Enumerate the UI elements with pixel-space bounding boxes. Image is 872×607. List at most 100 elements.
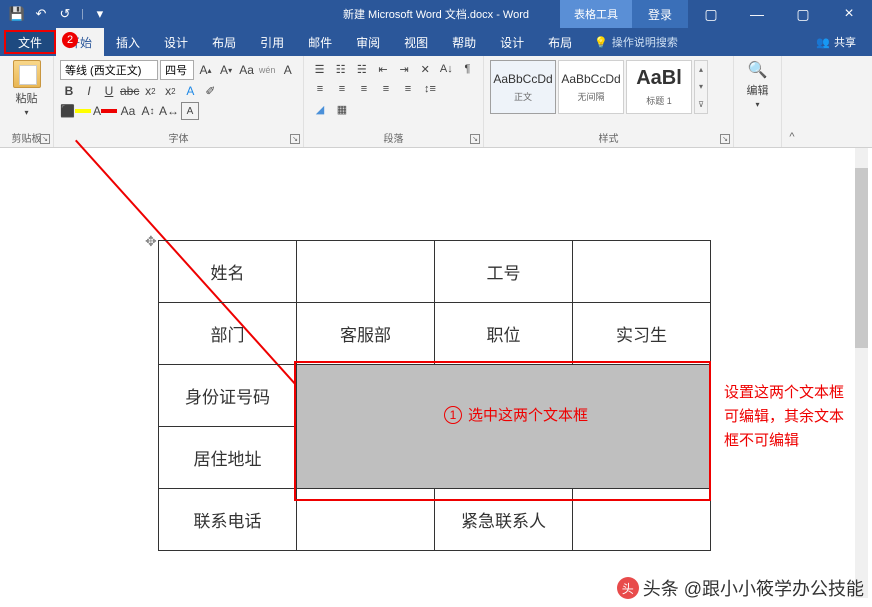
enclosed-char-icon[interactable]: A [181, 102, 199, 120]
customize-icon[interactable]: ▾ [89, 3, 111, 25]
clear-format-icon[interactable]: ✐ [201, 82, 219, 100]
style-heading1[interactable]: AaBl 标题 1 [626, 60, 692, 114]
tab-references[interactable]: 引用 [248, 28, 296, 56]
group-editing: 🔍 编辑 ▾ [734, 56, 782, 147]
style-nospacing[interactable]: AaBbCcDd 无间隔 [558, 60, 624, 114]
vertical-scrollbar[interactable] [855, 148, 868, 598]
shrink-font-icon[interactable]: A▾ [217, 60, 236, 80]
tab-layout[interactable]: 布局 [200, 28, 248, 56]
subscript-icon[interactable]: x2 [141, 82, 159, 100]
align-center-icon[interactable]: ≡ [332, 80, 352, 98]
share-button[interactable]: 👥 共享 [800, 34, 872, 50]
bullets-icon[interactable]: ☰ [310, 60, 329, 78]
decrease-indent-icon[interactable]: ⇤ [373, 60, 392, 78]
cell-position-label[interactable]: 职位 [435, 303, 573, 365]
cell-position-value[interactable]: 实习生 [573, 303, 711, 365]
show-marks-icon[interactable]: ¶ [458, 60, 477, 78]
cell-name-value[interactable] [297, 241, 435, 303]
distributed-icon[interactable]: ≡ [398, 80, 418, 98]
scrollbar-thumb[interactable] [855, 168, 868, 348]
scroll-down-icon[interactable]: ▾ [695, 78, 707, 95]
collapse-ribbon-icon[interactable]: ^ [782, 56, 802, 147]
line-spacing-icon[interactable]: ↕≡ [420, 80, 440, 98]
scroll-up-icon[interactable]: ▴ [695, 61, 707, 78]
align-left-icon[interactable]: ≡ [310, 80, 330, 98]
expand-gallery-icon[interactable]: ⊽ [695, 96, 707, 113]
paragraph-launcher-icon[interactable]: ↘ [470, 134, 480, 144]
cell-dept-value[interactable]: 客服部 [297, 303, 435, 365]
cell-name-label[interactable]: 姓名 [159, 241, 297, 303]
font-color-icon[interactable]: A [93, 102, 117, 120]
minimize-icon[interactable]: — [734, 0, 780, 28]
font-name-select[interactable]: 等线 (西文正文) [60, 60, 158, 80]
tab-insert[interactable]: 插入 [104, 28, 152, 56]
maximize-icon[interactable]: ▢ [780, 0, 826, 28]
highlight-icon[interactable]: ⬛ [60, 102, 91, 120]
shading-icon[interactable]: ◢ [310, 100, 330, 118]
tab-table-layout[interactable]: 布局 [536, 28, 584, 56]
paste-button[interactable]: 粘贴 ▾ [6, 60, 47, 117]
numbering-icon[interactable]: ☷ [331, 60, 350, 78]
paste-icon [13, 60, 41, 88]
enclose-chars-icon[interactable]: A↕ [139, 102, 157, 120]
sort-icon[interactable]: A↓ [437, 60, 456, 78]
multilevel-icon[interactable]: ☵ [352, 60, 371, 78]
cell-id-label[interactable]: 身份证号码 [159, 365, 297, 427]
table-anchor-icon[interactable]: ✥ [145, 233, 157, 250]
char-shading-icon[interactable]: Aa [119, 102, 137, 120]
style-normal[interactable]: AaBbCcDd 正文 [490, 60, 556, 114]
font-launcher-icon[interactable]: ↘ [290, 134, 300, 144]
increase-indent-icon[interactable]: ⇥ [395, 60, 414, 78]
tab-table-design[interactable]: 设计 [488, 28, 536, 56]
tab-design[interactable]: 设计 [152, 28, 200, 56]
tab-review[interactable]: 审阅 [344, 28, 392, 56]
undo-icon[interactable]: ↶ [30, 3, 52, 25]
ribbon-tabs: 文件 开始 插入 设计 布局 引用 邮件 审阅 视图 帮助 设计 布局 💡 操作… [0, 28, 872, 56]
close-icon[interactable]: × [826, 0, 872, 28]
tab-view[interactable]: 视图 [392, 28, 440, 56]
style-name: 正文 [514, 90, 532, 103]
styles-gallery-more[interactable]: ▴ ▾ ⊽ [694, 60, 708, 114]
bold-icon[interactable]: B [60, 82, 78, 100]
italic-icon[interactable]: I [80, 82, 98, 100]
share-label: 共享 [834, 34, 856, 50]
group-clipboard: 粘贴 ▾ 剪贴板 ↘ [0, 56, 54, 147]
contextual-tab-label: 表格工具 [560, 0, 632, 28]
title-bar: 💾 ↶ ↺ | ▾ 新建 Microsoft Word 文档.docx - Wo… [0, 0, 872, 28]
clipboard-launcher-icon[interactable]: ↘ [40, 134, 50, 144]
cell-phone-label[interactable]: 联系电话 [159, 489, 297, 551]
underline-icon[interactable]: U [100, 82, 118, 100]
font-size-select[interactable]: 四号 [160, 60, 194, 80]
styles-launcher-icon[interactable]: ↘ [720, 134, 730, 144]
borders-icon[interactable]: ▦ [332, 100, 352, 118]
login-button[interactable]: 登录 [632, 0, 688, 28]
toutiao-icon: 头 [617, 577, 639, 599]
asian-layout-icon[interactable]: ✕ [416, 60, 435, 78]
superscript-icon[interactable]: x2 [161, 82, 179, 100]
save-icon[interactable]: 💾 [6, 3, 28, 25]
align-right-icon[interactable]: ≡ [354, 80, 374, 98]
paste-label: 粘贴 [16, 90, 38, 106]
ribbon-options-icon[interactable]: ▢ [688, 0, 734, 28]
cell-jobno-value[interactable] [573, 241, 711, 303]
justify-icon[interactable]: ≡ [376, 80, 396, 98]
grow-font-icon[interactable]: A▴ [196, 60, 215, 80]
cell-dept-label[interactable]: 部门 [159, 303, 297, 365]
phonetic-guide-icon[interactable]: wén [258, 60, 277, 80]
step-number-icon: 1 [444, 406, 462, 424]
change-case-icon[interactable]: Aa [237, 60, 256, 80]
char-border-icon[interactable]: A [278, 60, 297, 80]
annotation-step-1: 1 选中这两个文本框 [440, 402, 592, 427]
char-scale-icon[interactable]: A↔ [159, 102, 179, 120]
tab-file[interactable]: 文件 [4, 30, 56, 54]
redo-icon[interactable]: ↺ [54, 3, 76, 25]
strikethrough-icon[interactable]: abc [120, 82, 139, 100]
cell-address-label[interactable]: 居住地址 [159, 427, 297, 489]
qat-separator: | [81, 8, 84, 20]
text-effects-icon[interactable]: A [181, 82, 199, 100]
editing-button[interactable]: 🔍 编辑 ▾ [740, 60, 775, 109]
tab-mailings[interactable]: 邮件 [296, 28, 344, 56]
tab-help[interactable]: 帮助 [440, 28, 488, 56]
cell-jobno-label[interactable]: 工号 [435, 241, 573, 303]
tell-me-search[interactable]: 💡 操作说明搜索 [584, 34, 678, 50]
